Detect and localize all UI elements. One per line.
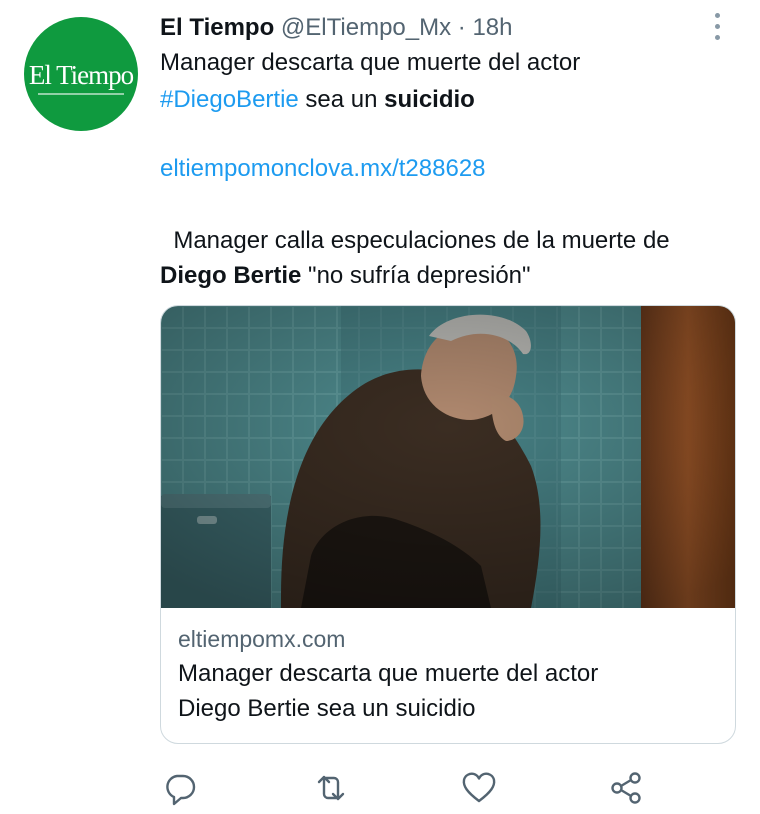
more-options-icon[interactable] — [708, 12, 728, 42]
header-separator: · — [457, 14, 466, 41]
tweet-actions — [0, 768, 760, 808]
tweet-text-line-4: Diego Bertie "no sufría depresión" — [160, 258, 531, 293]
tweet-header: El Tiempo @ElTiempo_Mx · 18h — [160, 12, 513, 44]
like-icon[interactable] — [459, 768, 499, 808]
tweet-url[interactable]: eltiempomonclova.mx/t288628 — [160, 155, 486, 182]
tweet-text-quote: "no sufría depresión" — [301, 262, 531, 289]
tweet-text-line-1: Manager descarta que muerte del actor — [160, 49, 581, 76]
share-icon[interactable] — [606, 768, 646, 808]
author-handle[interactable]: @ElTiempo_Mx — [281, 14, 451, 41]
card-title-line-1: Manager descarta que muerte del actor — [178, 660, 599, 687]
card-image[interactable] — [161, 306, 735, 608]
hashtag-link[interactable]: #DiegoBertie — [160, 86, 299, 113]
card-domain: eltiempomx.com — [178, 626, 346, 652]
tweet-text-line-3: Manager calla especulaciones de la muert… — [160, 227, 670, 254]
avatar-logo-text: El Tiempo — [28, 60, 134, 90]
tweet-timestamp[interactable]: 18h — [472, 14, 512, 41]
card-info: eltiempomx.com Manager descarta que muer… — [178, 624, 598, 726]
tweet-link[interactable]: eltiempomonclova.mx/t288628 — [160, 151, 486, 186]
tweet-text-bold-name: Diego Bertie — [160, 262, 302, 289]
card-title-line-2: Diego Bertie sea un suicidio — [178, 695, 476, 722]
avatar[interactable]: El Tiempo — [24, 17, 138, 131]
avatar-logo-underline — [38, 93, 124, 95]
author-name[interactable]: El Tiempo — [160, 14, 274, 41]
tweet-text-line-2: #DiegoBertie sea un suicidio — [160, 82, 475, 117]
reply-icon[interactable] — [160, 768, 200, 808]
tweet-text-fragment: sea un — [298, 86, 385, 113]
retweet-icon[interactable] — [311, 768, 351, 808]
tweet-text-bold: suicidio — [384, 86, 475, 113]
link-preview-card[interactable]: eltiempomx.com Manager descarta que muer… — [160, 305, 736, 744]
